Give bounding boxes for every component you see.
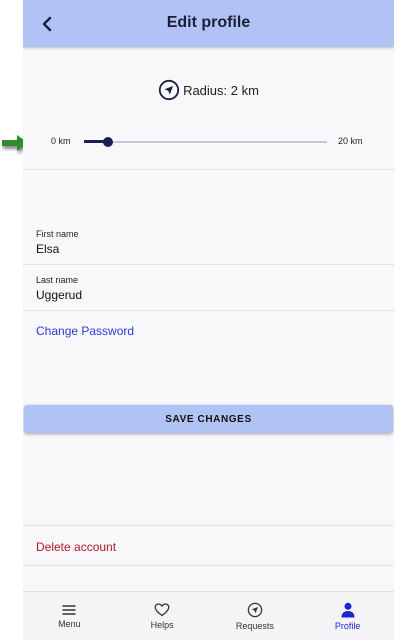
first-name-value[interactable]: Elsa: [36, 242, 386, 256]
menu-icon: [62, 604, 77, 615]
nav-item-profile[interactable]: Profile: [301, 592, 394, 640]
change-password-link[interactable]: Change Password: [36, 324, 134, 338]
divider: [23, 169, 394, 170]
phone-screen: Edit profile Radius: 2 km 0 km 20 km Fir…: [23, 0, 394, 640]
first-name-label: First name: [36, 229, 79, 239]
nav-item-requests[interactable]: Requests: [209, 592, 302, 640]
radius-slider[interactable]: 0 km 20 km: [23, 130, 394, 154]
page-title: Edit profile: [166, 14, 251, 31]
nav-label-helps: Helps: [150, 619, 174, 630]
first-name-field[interactable]: First name Elsa: [36, 229, 386, 256]
divider: [23, 525, 394, 526]
radius-display: Radius: 2 km: [23, 78, 394, 102]
divider: [23, 565, 394, 566]
nav-item-menu[interactable]: Menu: [23, 592, 116, 640]
last-name-field[interactable]: Last name Uggerud: [36, 275, 386, 302]
heart-icon: [154, 602, 170, 616]
nav-label-requests: Requests: [235, 620, 274, 631]
delete-account-link[interactable]: Delete account: [36, 540, 116, 554]
save-changes-button[interactable]: SAVE CHANGES: [24, 405, 393, 433]
nav-label-menu: Menu: [58, 618, 81, 629]
nav-item-helps[interactable]: Helps: [116, 592, 209, 640]
slider-max-label: 20 km: [338, 136, 363, 146]
slider-track[interactable]: [84, 137, 327, 147]
nav-label-profile: Profile: [334, 620, 361, 631]
radius-label: Radius: 2 km: [183, 82, 259, 98]
last-name-value[interactable]: Uggerud: [36, 288, 386, 302]
navigation-arrow-icon: [247, 602, 263, 617]
person-icon: [341, 602, 355, 617]
navigation-arrow-icon: [158, 79, 180, 101]
app-bar: Edit profile: [23, 0, 394, 47]
last-name-label: Last name: [36, 275, 79, 285]
slider-min-label: 0 km: [51, 136, 71, 146]
bottom-navigation: Menu Helps Requests Profile: [23, 591, 394, 640]
divider: [23, 310, 394, 311]
divider: [23, 264, 394, 265]
slider-thumb[interactable]: [103, 137, 114, 147]
